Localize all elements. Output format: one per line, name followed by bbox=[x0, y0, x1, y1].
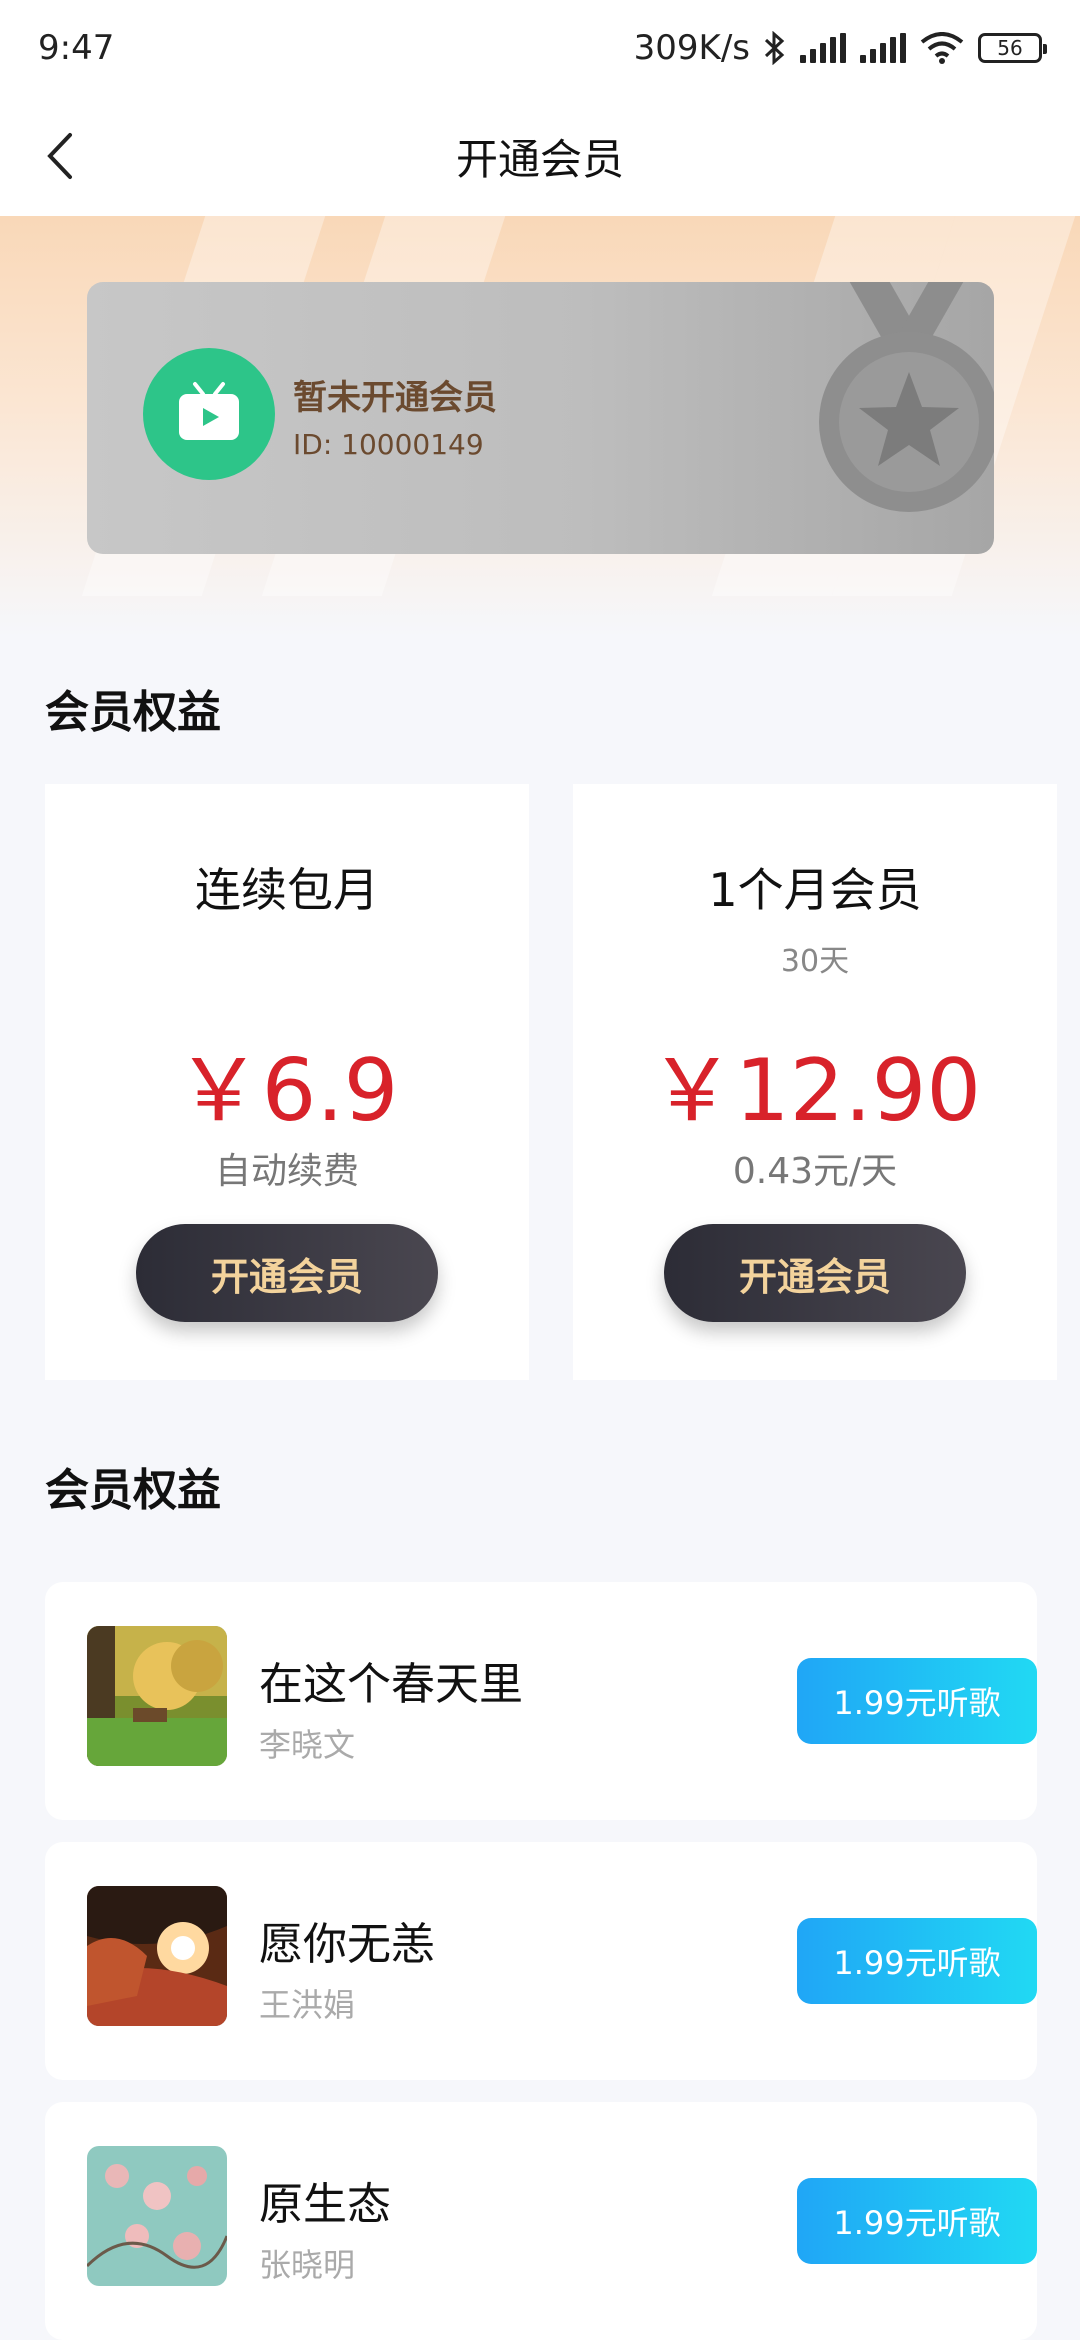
status-icons: 309K/s 56 bbox=[633, 28, 1047, 68]
plan-note: 自动续费 bbox=[214, 1151, 359, 1192]
back-button[interactable] bbox=[30, 126, 90, 186]
plan-note: 0.43元/天 bbox=[732, 1151, 898, 1192]
plan-name: 1个月会员 bbox=[708, 863, 922, 917]
avatar bbox=[143, 348, 275, 480]
open-membership-button[interactable]: 开通会员 bbox=[664, 1224, 966, 1322]
signal-icon bbox=[800, 33, 846, 63]
listen-button[interactable]: 1.99元听歌 bbox=[797, 1918, 1037, 2004]
song-title: 在这个春天里 bbox=[259, 1659, 523, 1710]
plan-price: ￥6.9 bbox=[175, 1041, 399, 1141]
song-cover-image bbox=[87, 2146, 227, 2286]
chevron-left-icon bbox=[47, 133, 72, 179]
song-cover-image bbox=[87, 1626, 227, 1766]
wifi-icon bbox=[920, 32, 964, 64]
nav-bar: 开通会员 bbox=[0, 96, 1080, 216]
song-list-item[interactable]: 愿你无恙 王洪娟 1.99元听歌 bbox=[45, 1842, 1037, 2080]
page-title: 开通会员 bbox=[455, 134, 624, 184]
member-card: 暂未开通会员 ID: 10000149 bbox=[87, 282, 994, 554]
section-title-benefits-2: 会员权益 bbox=[45, 1465, 221, 1516]
song-artist: 李晓文 bbox=[259, 1726, 356, 1764]
signal-icon-2 bbox=[860, 33, 906, 63]
song-artist: 张晓明 bbox=[259, 2246, 356, 2284]
bluetooth-icon bbox=[764, 31, 785, 65]
battery-icon: 56 bbox=[978, 33, 1047, 63]
listen-button[interactable]: 1.99元听歌 bbox=[797, 1658, 1037, 1744]
listen-button[interactable]: 1.99元听歌 bbox=[797, 2178, 1037, 2264]
song-cover-image bbox=[87, 1886, 227, 2026]
plan-card-one-month: 1个月会员 30天 ￥12.90 0.43元/天 开通会员 bbox=[573, 784, 1057, 1380]
member-id: ID: 10000149 bbox=[293, 428, 484, 461]
medal-icon bbox=[819, 282, 994, 512]
song-title: 原生态 bbox=[259, 2179, 391, 2230]
status-time: 9:47 bbox=[38, 28, 115, 68]
song-title: 愿你无恙 bbox=[259, 1919, 435, 1970]
section-title-benefits: 会员权益 bbox=[45, 687, 221, 738]
plan-name: 连续包月 bbox=[195, 863, 379, 917]
plan-duration: 30天 bbox=[780, 944, 850, 979]
member-status: 暂未开通会员 bbox=[293, 378, 497, 418]
net-speed: 309K/s bbox=[633, 28, 750, 68]
tv-play-icon bbox=[179, 382, 239, 440]
plan-card-monthly: 连续包月 ￥6.9 自动续费 开通会员 bbox=[45, 784, 529, 1380]
open-membership-button[interactable]: 开通会员 bbox=[136, 1224, 438, 1322]
battery-level: 56 bbox=[997, 36, 1023, 60]
song-list-item[interactable]: 原生态 张晓明 1.99元听歌 bbox=[45, 2102, 1037, 2340]
plan-price: ￥12.90 bbox=[648, 1041, 982, 1141]
song-artist: 王洪娟 bbox=[259, 1986, 356, 2024]
status-bar: 9:47 309K/s 56 bbox=[0, 0, 1080, 96]
song-list-item[interactable]: 在这个春天里 李晓文 1.99元听歌 bbox=[45, 1582, 1037, 1820]
